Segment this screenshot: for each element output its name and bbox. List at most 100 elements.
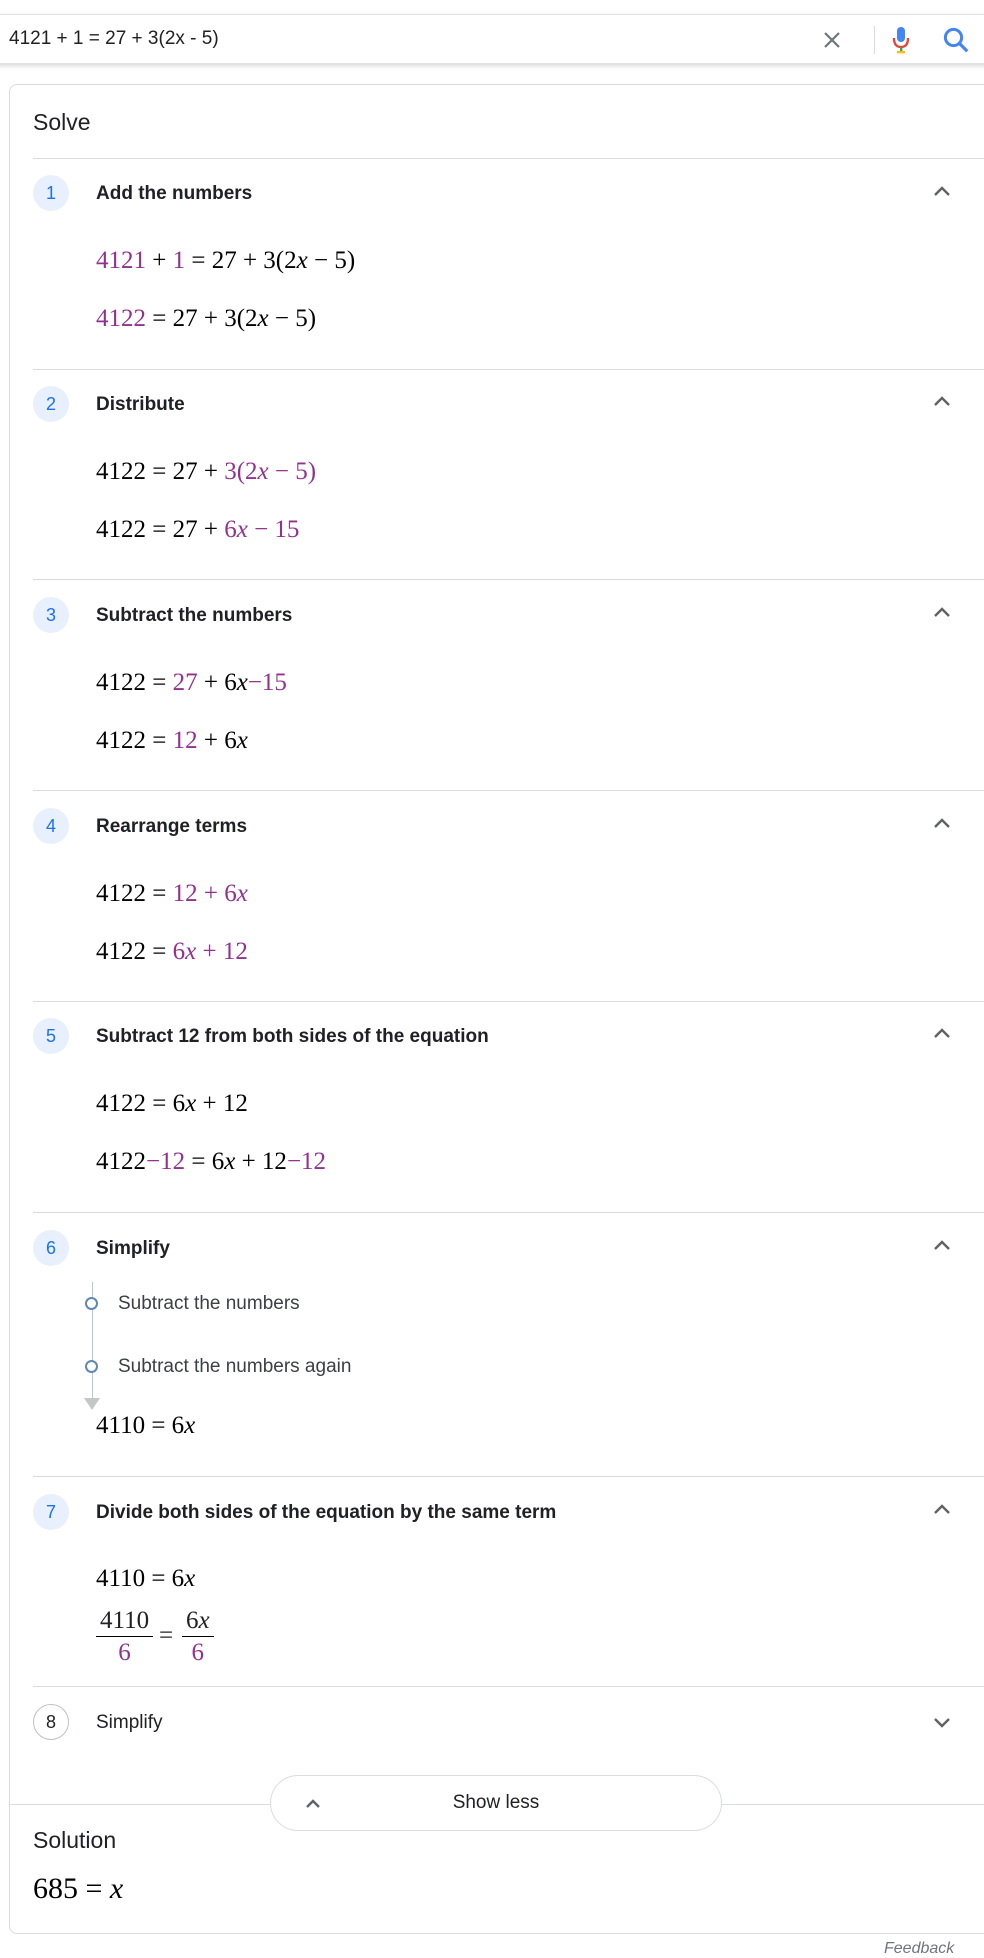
equation: 4122 = 12 + 6x — [96, 880, 248, 908]
eq-term: 4122 — [96, 1148, 146, 1175]
equation: 4121 + 1 = 27 + 3(2x − 5) — [96, 247, 355, 275]
step-divider — [33, 1001, 984, 1002]
microphone-icon[interactable] — [886, 24, 916, 56]
eq-term: 27 — [172, 669, 198, 696]
eq-term: 12 + 6 — [172, 880, 237, 907]
eq-variable: x — [224, 1148, 236, 1175]
eq-term: − 5) — [268, 305, 317, 332]
step-divider — [33, 1212, 984, 1213]
eq-term: 6 — [172, 938, 186, 965]
step-title[interactable]: Distribute — [96, 394, 185, 416]
eq-term: + — [146, 247, 173, 274]
close-icon[interactable] — [820, 28, 844, 52]
step-number-badge: 1 — [33, 175, 69, 211]
step-number-badge: 7 — [33, 1494, 69, 1530]
fraction-denominator: 6 — [118, 1639, 131, 1666]
equation: 4122 = 6x + 12 — [96, 938, 248, 966]
chevron-up-icon[interactable] — [930, 601, 954, 625]
substep-item[interactable]: Subtract the numbers again — [118, 1356, 351, 1378]
eq-term: 4122 = 27 + — [96, 458, 225, 485]
step-title[interactable]: Simplify — [96, 1712, 163, 1734]
search-icon[interactable] — [941, 25, 971, 55]
eq-term: 4122 — [96, 305, 146, 332]
eq-variable: x — [184, 1565, 196, 1592]
solution-equation: 685 = x — [33, 1872, 123, 1906]
eq-term: 4122 = — [96, 938, 173, 965]
eq-variable: x — [236, 516, 248, 543]
solution-heading: Solution — [33, 1827, 117, 1853]
eq-term: − 5) — [307, 247, 356, 274]
chevron-up-icon[interactable] — [930, 1234, 954, 1258]
chevron-up-icon[interactable] — [930, 1022, 954, 1046]
show-less-button[interactable]: Show less — [270, 1775, 722, 1831]
step-number-badge: 6 — [33, 1230, 69, 1266]
eq-term: + 12 — [235, 1148, 287, 1175]
step-number-badge: 2 — [33, 386, 69, 422]
equals-sign: = — [159, 1622, 174, 1649]
step-title[interactable]: Divide both sides of the equation by the… — [96, 1502, 556, 1524]
eq-term: = 27 + 3(2 — [146, 305, 258, 332]
eq-term: 4122 = — [96, 880, 173, 907]
fraction-left: 4110 6 — [96, 1606, 154, 1669]
step-divider — [33, 158, 984, 159]
eq-term: + 6 — [197, 727, 237, 754]
eq-term: − 15 — [247, 516, 300, 543]
chevron-down-icon[interactable] — [930, 1710, 954, 1734]
step-number-badge: 3 — [33, 597, 69, 633]
step-divider — [33, 1476, 984, 1477]
step-title[interactable]: Simplify — [96, 1238, 170, 1260]
step-title[interactable]: Add the numbers — [96, 183, 252, 205]
equation: 4122 = 27 + 6x − 15 — [96, 516, 299, 544]
substep-item[interactable]: Subtract the numbers — [118, 1293, 300, 1315]
eq-term: + 12 — [196, 938, 248, 965]
chevron-up-icon[interactable] — [930, 812, 954, 836]
eq-variable: x — [236, 727, 248, 754]
eq-variable: x — [236, 669, 248, 696]
eq-term: 685 = — [33, 1872, 110, 1905]
eq-term: + 12 — [196, 1090, 248, 1117]
eq-variable: x — [257, 458, 269, 485]
eq-term: −12 — [286, 1148, 327, 1175]
feedback-link[interactable]: Feedback — [884, 1940, 954, 1958]
step-divider — [33, 369, 984, 370]
eq-variable: x — [109, 1872, 124, 1905]
eq-term: 4110 = 6 — [96, 1412, 185, 1439]
equation: 4110 = 6x — [96, 1412, 195, 1440]
step-divider — [33, 1686, 984, 1687]
eq-variable: x — [296, 247, 308, 274]
eq-term: 4121 — [96, 247, 146, 274]
step-divider — [33, 790, 984, 791]
eq-variable: x — [185, 1090, 197, 1117]
chevron-up-icon[interactable] — [930, 390, 954, 414]
chevron-up-icon[interactable] — [930, 180, 954, 204]
chevron-up-icon[interactable] — [930, 1498, 954, 1522]
step-number-badge: 8 — [33, 1704, 69, 1740]
equation: 4122 = 6x + 12 — [96, 1090, 248, 1118]
eq-term: 1 — [172, 247, 186, 274]
step-divider — [33, 579, 984, 580]
eq-term: 4110 = 6 — [96, 1565, 185, 1592]
equation: 4122 = 27 + 3(2x − 5) — [96, 458, 316, 486]
equation: 4122 = 27 + 6x−15 — [96, 669, 287, 697]
solver-card — [9, 84, 984, 1934]
step-title[interactable]: Rearrange terms — [96, 816, 247, 838]
fraction-right: 6x 6 — [182, 1606, 214, 1669]
search-input[interactable]: 4121 + 1 = 27 + 3(2x - 5) — [9, 15, 219, 63]
fraction-numerator: 6 — [186, 1607, 199, 1634]
substep-dot — [85, 1297, 98, 1310]
eq-term: − 5) — [268, 458, 317, 485]
step-title[interactable]: Subtract 12 from both sides of the equat… — [96, 1026, 489, 1048]
fraction-denominator: 6 — [191, 1639, 205, 1666]
step-title[interactable]: Subtract the numbers — [96, 605, 292, 627]
eq-term: = 6 — [185, 1148, 225, 1175]
step-number-badge: 5 — [33, 1018, 69, 1054]
eq-term: + 6 — [197, 669, 237, 696]
step-number-badge: 4 — [33, 808, 69, 844]
show-less-label: Show less — [452, 1792, 540, 1813]
fraction-numerator: 4110 — [96, 1606, 154, 1637]
solve-heading: Solve — [33, 109, 91, 135]
eq-variable: x — [236, 880, 248, 907]
eq-term: 4122 = — [96, 727, 173, 754]
eq-variable: x — [184, 1412, 196, 1439]
eq-variable: x — [185, 938, 197, 965]
